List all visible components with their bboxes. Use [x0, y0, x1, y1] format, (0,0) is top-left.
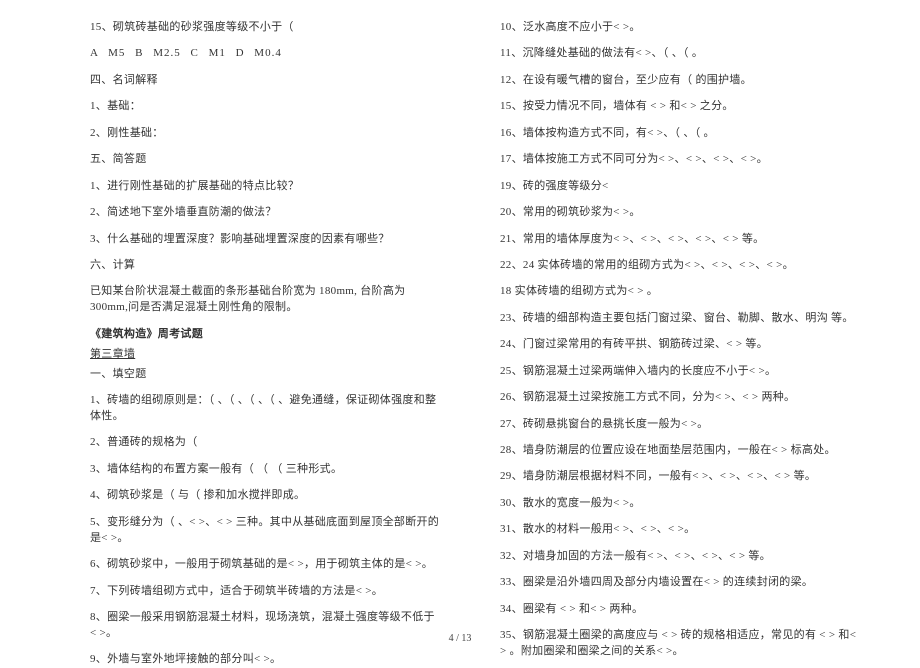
page-number: 4 / 13	[449, 633, 472, 644]
paper-title: 《建筑构造》周考试题	[90, 327, 440, 343]
fill-21: 21、常用的墙体厚度为< >、< >、< >、< >、< > 等。	[500, 232, 860, 248]
fill-1: 1、砖墙的组砌原则是：（ 、（ 、（ 、（ 、避免通缝，保证砌体强度和整体性。	[90, 393, 440, 425]
q15-text: 15、砌筑砖基础的砂浆强度等级不小于（	[90, 20, 440, 36]
fill-25: 25、钢筋混凝土过梁两端伸入墙内的长度应不小于< >。	[500, 364, 860, 380]
fill-30: 30、散水的宽度一般为< >。	[500, 496, 860, 512]
fill-18: 18 实体砖墙的组砌方式为< > 。	[500, 284, 860, 300]
calc-question: 已知某台阶状混凝土截面的条形基础台阶宽为 180mm, 台阶高为 300mm,问…	[90, 284, 440, 316]
section-6-heading: 六、计算	[90, 258, 440, 274]
term-2: 2、刚性基础：	[90, 126, 440, 142]
fill-29: 29、墙身防潮层根据材料不同，一般有< >、< >、< >、< > 等。	[500, 469, 860, 485]
fill-26: 26、钢筋混凝土过梁按施工方式不同，分为< >、< > 两种。	[500, 390, 860, 406]
term-1: 1、基础：	[90, 99, 440, 115]
short-answer-2: 2、简述地下室外墙垂直防潮的做法？	[90, 205, 440, 221]
fill-33: 33、圈梁是沿外墙四周及部分内墙设置在< > 的连续封闭的梁。	[500, 575, 860, 591]
fill-27: 27、砖砌悬挑窗台的悬挑长度一般为< >。	[500, 417, 860, 433]
short-answer-1: 1、进行刚性基础的扩展基础的特点比较？	[90, 179, 440, 195]
q15-options: A M5 B M2.5 C M1 D M0.4	[90, 46, 440, 62]
fill-3: 3、墙体结构的布置方案一般有（ （ （ 三种形式。	[90, 462, 440, 478]
fill-35: 35、钢筋混凝土圈梁的高度应与 < > 砖的规格相适应，常见的有 < > 和< …	[500, 628, 860, 660]
fill-20: 20、常用的砌筑砂浆为< >。	[500, 205, 860, 221]
section-5-heading: 五、简答题	[90, 152, 440, 168]
fill-15: 15、按受力情况不同，墙体有 < > 和< > 之分。	[500, 99, 860, 115]
fill-5: 5、变形缝分为（ 、< >、< > 三种。其中从基础底面到屋顶全部断开的是< >…	[90, 515, 440, 547]
fill-34: 34、圈梁有 < > 和< > 两种。	[500, 602, 860, 618]
fill-31: 31、散水的材料一般用< >、< >、< >。	[500, 522, 860, 538]
fill-11: 11、沉降缝处基础的做法有< >、（ 、（ 。	[500, 46, 860, 62]
fill-4: 4、砌筑砂浆是（ 与（ 掺和加水搅拌即成。	[90, 488, 440, 504]
section-1-heading: 一、填空题	[90, 367, 440, 383]
short-answer-3: 3、什么基础的埋置深度？影响基础埋置深度的因素有哪些？	[90, 232, 440, 248]
fill-22: 22、24 实体砖墙的常用的组砌方式为< >、< >、< >、< >。	[500, 258, 860, 274]
section-4-heading: 四、名词解释	[90, 73, 440, 89]
fill-23: 23、砖墙的细部构造主要包括门窗过梁、窗台、勒脚、散水、明沟 等。	[500, 311, 860, 327]
fill-32: 32、对墙身加固的方法一般有< >、< >、< >、< > 等。	[500, 549, 860, 565]
fill-2: 2、普通砖的规格为（	[90, 435, 440, 451]
chapter-subtitle: 第三章墙	[90, 347, 440, 363]
fill-19: 19、砖的强度等级分<	[500, 179, 860, 195]
fill-16: 16、墙体按构造方式不同，有< >、（ 、（ 。	[500, 126, 860, 142]
fill-24: 24、门窗过梁常用的有砖平拱、钢筋砖过梁、< > 等。	[500, 337, 860, 353]
fill-17: 17、墙体按施工方式不同可分为< >、< >、< >、< >。	[500, 152, 860, 168]
fill-9: 9、外墙与室外地坪接触的部分叫< >。	[90, 652, 440, 668]
fill-10: 10、泛水高度不应小于< >。	[500, 20, 860, 36]
fill-12: 12、在设有暖气槽的窗台，至少应有（ 的围护墙。	[500, 73, 860, 89]
fill-28: 28、墙身防潮层的位置应设在地面垫层范围内，一般在< > 标高处。	[500, 443, 860, 459]
fill-6: 6、砌筑砂浆中，一般用于砌筑基础的是< >，用于砌筑主体的是< >。	[90, 557, 440, 573]
fill-8: 8、圈梁一般采用钢筋混凝土材料，现场浇筑，混凝土强度等级不低于< >。	[90, 610, 440, 642]
fill-7: 7、下列砖墙组砌方式中，适合于砌筑半砖墙的方法是< >。	[90, 584, 440, 600]
